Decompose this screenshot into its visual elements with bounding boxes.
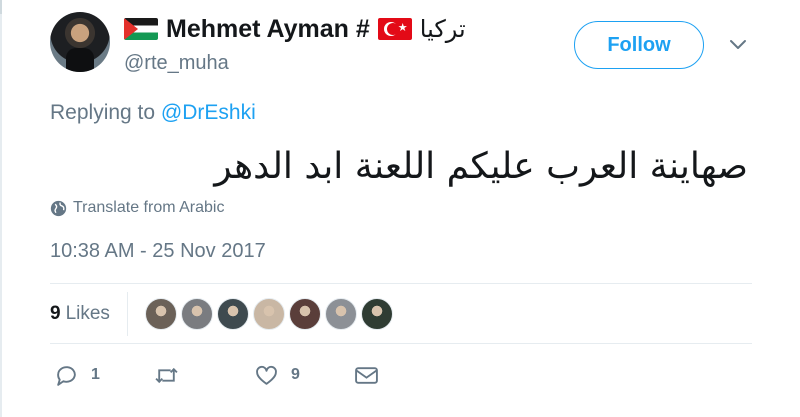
replying-to-prefix: Replying to: [50, 101, 156, 124]
like-count: 9: [291, 366, 300, 383]
tweet-text: صهاينة العرب عليكم اللعنة ابد الدهر: [214, 146, 748, 187]
user-handle[interactable]: @rte_muha: [124, 52, 229, 75]
reply-target-link[interactable]: @DrEshki: [161, 101, 256, 124]
divider: [50, 343, 752, 344]
like-button[interactable]: 9: [254, 361, 300, 389]
turkey-flag-icon: ★: [377, 18, 412, 40]
replying-to: Replying to @DrEshki: [50, 101, 256, 125]
likes-separator: [126, 292, 128, 336]
liker-avatars: [144, 298, 397, 330]
likes-label[interactable]: Likes: [66, 303, 110, 325]
user-name-row[interactable]: Mehmet Ayman # ★ تركيا: [124, 12, 466, 46]
retweet-icon: [155, 367, 178, 383]
follow-button[interactable]: Follow: [574, 21, 704, 69]
globe-icon: [50, 200, 67, 216]
display-name-arabic[interactable]: تركيا: [420, 15, 466, 43]
divider: [50, 283, 752, 284]
left-border: [0, 0, 2, 417]
likes-count[interactable]: 9: [50, 303, 61, 325]
liker-avatar[interactable]: [180, 298, 213, 330]
avatar[interactable]: [50, 12, 110, 72]
translate-link[interactable]: Translate from Arabic: [50, 199, 224, 217]
reply-button[interactable]: 1: [54, 361, 100, 389]
likes-row: 9 Likes: [50, 292, 397, 336]
heart-icon: [256, 365, 277, 385]
translate-label[interactable]: Translate from Arabic: [73, 199, 224, 217]
timestamp[interactable]: 10:38 AM - 25 Nov 2017: [50, 240, 266, 263]
liker-avatar[interactable]: [324, 298, 357, 330]
liker-avatar[interactable]: [144, 298, 177, 330]
left-border-tick: [0, 0, 2, 14]
reply-count: 1: [91, 366, 100, 383]
liker-avatar[interactable]: [216, 298, 249, 330]
chevron-down-icon[interactable]: [728, 36, 748, 54]
reply-icon: [57, 365, 76, 386]
liker-avatar[interactable]: [252, 298, 285, 330]
direct-message-button[interactable]: [354, 361, 379, 389]
display-name[interactable]: Mehmet Ayman #: [166, 15, 370, 44]
liker-avatar[interactable]: [288, 298, 321, 330]
palestine-flag-icon: [124, 18, 158, 40]
liker-avatar[interactable]: [360, 298, 393, 330]
retweet-button[interactable]: [154, 361, 191, 389]
envelope-icon: [355, 366, 378, 384]
